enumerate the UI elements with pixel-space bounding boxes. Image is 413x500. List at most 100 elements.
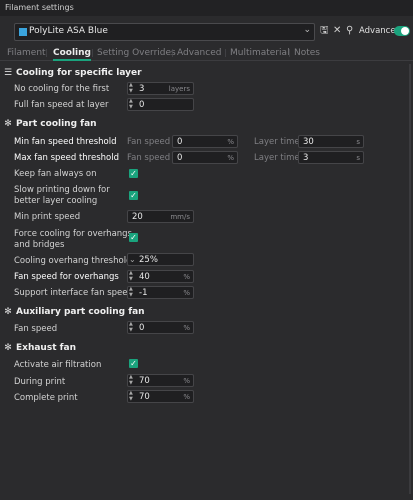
max-fan-speed-value: 0	[177, 153, 183, 163]
min-layer-time-label: Layer time	[254, 137, 300, 147]
spin-arrows-icon[interactable]: ▲ ▼	[129, 82, 133, 94]
spin-arrows-icon[interactable]: ▲ ▼	[129, 390, 133, 402]
spin-arrows-icon[interactable]: ▲ ▼	[129, 98, 133, 110]
section-title: Part cooling fan	[16, 118, 97, 129]
chevron-down-icon[interactable]: ⌄	[129, 255, 136, 265]
preset-row: PolyLite ASA Blue ⌄ 🖫 ✕ ⚲ Advanced	[0, 21, 413, 43]
overhang-threshold-label: Cooling overhang threshold	[14, 256, 132, 266]
during-print-label: During print	[14, 377, 66, 387]
overhang-fan-input[interactable]: ▲ ▼ 40 %	[127, 270, 194, 283]
tab-filament[interactable]: Filament	[7, 47, 46, 59]
activate-filtration-label: Activate air filtration	[14, 360, 102, 370]
tab-separator: |	[224, 48, 227, 57]
preset-combobox[interactable]: PolyLite ASA Blue ⌄	[14, 23, 315, 41]
full-fan-input[interactable]: ▲ ▼ 0	[127, 98, 194, 111]
tab-multimaterial[interactable]: Multimaterial	[230, 47, 290, 59]
tab-advanced[interactable]: Advanced	[177, 47, 221, 59]
tab-setting-overrides[interactable]: Setting Overrides	[97, 47, 176, 59]
section-title: Cooling for specific layer	[16, 67, 142, 78]
overhang-fan-label: Fan speed for overhangs	[14, 272, 119, 282]
during-print-value: 70	[139, 376, 150, 386]
max-layer-time-input[interactable]: 3 s	[298, 151, 364, 164]
spin-arrows-icon[interactable]: ▲ ▼	[129, 321, 133, 333]
tab-separator: |	[171, 48, 174, 57]
no-cooling-input[interactable]: ▲ ▼ 3 layers	[127, 82, 194, 95]
tab-separator: |	[288, 48, 291, 57]
min-layer-time-unit: s	[356, 138, 360, 146]
during-print-unit: %	[183, 377, 190, 385]
preset-name: PolyLite ASA Blue	[29, 26, 108, 36]
section-header-specific-layer: ☰ Cooling for specific layer	[3, 66, 142, 79]
max-fan-threshold-label: Max fan speed threshold	[14, 153, 119, 163]
window-title: Filament settings	[0, 0, 413, 16]
support-fan-input[interactable]: ▲ ▼ -1 %	[127, 286, 194, 299]
min-fan-speed-value: 0	[177, 137, 183, 147]
aux-fan-speed-label: Fan speed	[14, 324, 58, 334]
section-header-exhaust: ✻ Exhaust fan	[3, 341, 76, 354]
max-fan-speed-label: Fan speed	[127, 153, 171, 163]
tab-separator: |	[91, 48, 94, 57]
advanced-toggle[interactable]	[394, 26, 410, 36]
no-cooling-unit: layers	[168, 85, 190, 93]
min-fan-speed-label: Fan speed	[127, 137, 171, 147]
overhang-fan-value: 40	[139, 272, 150, 282]
fan-icon: ✻	[4, 118, 12, 129]
min-layer-time-input[interactable]: 30 s	[298, 135, 364, 148]
support-fan-unit: %	[183, 289, 190, 297]
section-title: Auxiliary part cooling fan	[16, 306, 145, 317]
min-print-speed-unit: mm/s	[170, 213, 190, 221]
section-header-auxiliary: ✻ Auxiliary part cooling fan	[3, 305, 145, 318]
complete-print-input[interactable]: ▲ ▼ 70 %	[127, 390, 194, 403]
overhang-threshold-value: 25%	[139, 255, 158, 265]
chevron-down-icon[interactable]: ⌄	[303, 25, 311, 35]
tab-cooling[interactable]: Cooling	[53, 47, 91, 61]
save-icon[interactable]: 🖫	[320, 24, 329, 38]
min-print-speed-value: 20	[132, 212, 143, 222]
search-icon[interactable]: ⚲	[346, 24, 353, 38]
full-fan-label: Full fan speed at layer	[14, 100, 109, 110]
spin-arrows-icon[interactable]: ▲ ▼	[129, 286, 133, 298]
max-fan-speed-unit: %	[227, 154, 234, 162]
tab-notes[interactable]: Notes	[294, 47, 320, 59]
force-cooling-checkbox[interactable]: ✓	[129, 233, 138, 242]
close-icon[interactable]: ✕	[333, 24, 341, 38]
max-fan-speed-input[interactable]: 0 %	[172, 151, 238, 164]
layers-icon: ☰	[3, 67, 13, 78]
slow-printing-label-line2: better layer cooling	[14, 196, 98, 206]
complete-print-value: 70	[139, 392, 150, 402]
force-cooling-label-line2: and bridges	[14, 240, 65, 250]
scrollbar[interactable]	[409, 64, 411, 494]
no-cooling-label: No cooling for the first	[14, 84, 110, 94]
activate-filtration-checkbox[interactable]: ✓	[129, 359, 138, 368]
max-layer-time-label: Layer time	[254, 153, 300, 163]
keep-fan-label: Keep fan always on	[14, 169, 97, 179]
force-cooling-label-line1: Force cooling for overhangs	[14, 229, 132, 239]
overhang-fan-unit: %	[183, 273, 190, 281]
complete-print-label: Complete print	[14, 393, 78, 403]
min-print-speed-label: Min print speed	[14, 212, 81, 222]
section-title: Exhaust fan	[16, 342, 77, 353]
section-header-part-cooling: ✻ Part cooling fan	[3, 117, 97, 130]
keep-fan-checkbox[interactable]: ✓	[129, 169, 138, 178]
fan-icon: ✻	[4, 342, 12, 353]
spin-arrows-icon[interactable]: ▲ ▼	[129, 270, 133, 282]
overhang-threshold-select[interactable]: ⌄ 25%	[127, 253, 194, 266]
support-fan-value: -1	[139, 288, 148, 298]
tab-bar: Filament | Cooling | Setting Overrides |…	[0, 47, 413, 61]
fan-icon: ✻	[4, 306, 12, 317]
spin-arrows-icon[interactable]: ▲ ▼	[129, 374, 133, 386]
slow-printing-checkbox[interactable]: ✓	[129, 191, 138, 200]
complete-print-unit: %	[183, 393, 190, 401]
min-print-speed-input[interactable]: 20 mm/s	[127, 210, 194, 223]
max-layer-time-value: 3	[303, 153, 309, 163]
during-print-input[interactable]: ▲ ▼ 70 %	[127, 374, 194, 387]
max-layer-time-unit: s	[356, 154, 360, 162]
support-fan-label: Support interface fan speed	[14, 288, 133, 298]
full-fan-value: 0	[139, 100, 145, 110]
min-fan-threshold-label: Min fan speed threshold	[14, 137, 117, 147]
no-cooling-value: 3	[139, 84, 145, 94]
aux-fan-speed-value: 0	[139, 323, 145, 333]
aux-fan-speed-input[interactable]: ▲ ▼ 0 %	[127, 321, 194, 334]
filament-settings-window: Filament settings PolyLite ASA Blue ⌄ 🖫 …	[0, 0, 413, 500]
min-fan-speed-input[interactable]: 0 %	[172, 135, 238, 148]
